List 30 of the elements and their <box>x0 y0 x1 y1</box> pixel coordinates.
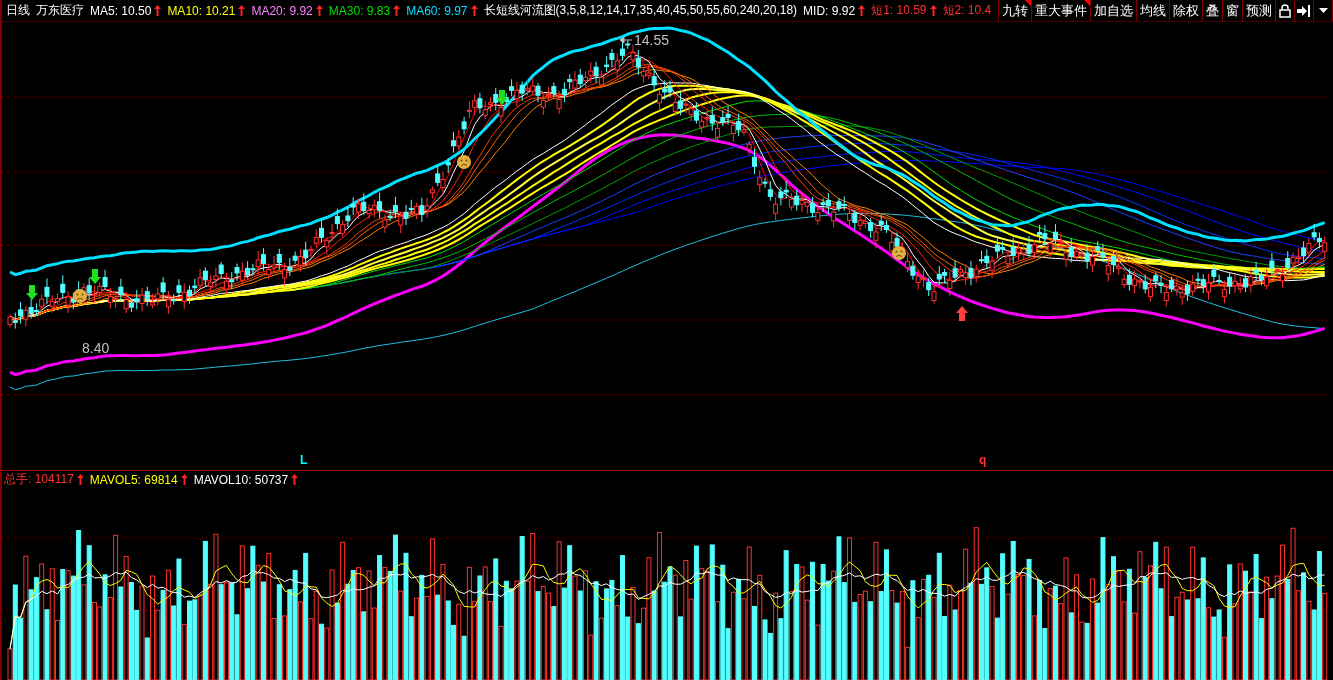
face-icon <box>892 246 906 260</box>
down-arrow-icon <box>26 285 38 300</box>
caret-icon <box>1318 8 1328 13</box>
price-label: 14.55 <box>634 32 670 48</box>
period-label[interactable]: 日线 <box>6 2 30 19</box>
down-arrow-icon <box>89 269 101 284</box>
indicator-value: MA60: 9.97 <box>406 3 468 18</box>
indicator-value: MID: 9.92 <box>803 3 856 18</box>
exit-icon <box>1297 4 1311 17</box>
indicator-value: MAVOL10: 50737 <box>193 472 289 487</box>
indicator-value: 总手: 104117 <box>4 471 74 488</box>
left-arrow-icon <box>619 36 633 44</box>
face-icon <box>73 289 87 303</box>
indicator-value: MA20: 9.92 <box>251 3 313 18</box>
toolbar-button[interactable]: 九转 <box>998 0 1032 21</box>
chart-marker: q <box>979 453 987 467</box>
lock-icon <box>1279 3 1291 18</box>
indicator-value: 长短线河流图(3,5,8,12,14,17,35,40,45,50,55,60,240,20,18) <box>483 2 798 19</box>
stock-name: 万东医疗 <box>36 2 84 19</box>
indicator-value: MAVOL5: 69814 <box>89 472 178 487</box>
indicator-value: 短2: 10.4 <box>942 2 992 19</box>
down-arrow-icon <box>496 90 508 105</box>
price-label: 8.40 <box>82 340 110 356</box>
face-icon <box>457 155 471 169</box>
indicator-value: 短1: 10.59 <box>871 2 927 19</box>
up-arrow-icon <box>956 306 968 321</box>
chart-marker: L <box>300 453 308 467</box>
indicator-value: MA5: 10.50 <box>90 3 152 18</box>
indicator-value: MA30: 9.83 <box>328 3 391 18</box>
indicator-value: MA10: 10.21 <box>167 3 236 18</box>
